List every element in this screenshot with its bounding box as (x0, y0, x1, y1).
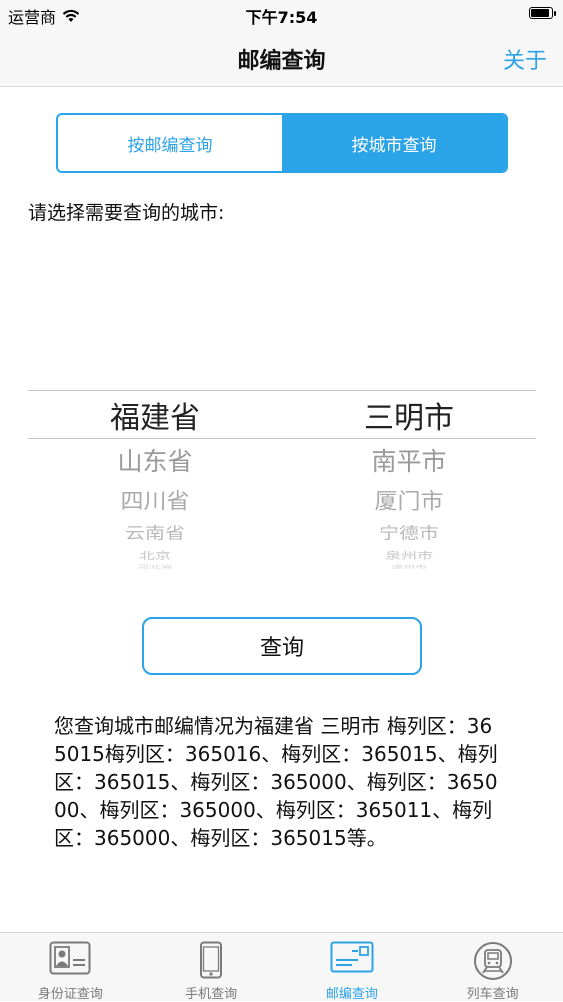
province-option[interactable]: 山东省 (28, 442, 282, 478)
battery-icon (529, 7, 556, 19)
navigation-bar: 邮编查询 关于 (0, 28, 563, 87)
city-option[interactable]: 宁德市 (282, 520, 536, 543)
tab-id-card-query[interactable]: 身份证查询 (0, 933, 141, 1002)
tab-bar: 身份证查询 手机查询 邮编查询 列车查询 (0, 932, 563, 1002)
tab-train-query[interactable]: 列车查询 (422, 933, 563, 1002)
query-mode-segmented-control: 按邮编查询 按城市查询 (56, 113, 508, 173)
city-picker[interactable]: 福建省 山东省 四川省 云南省 北京 河北省 三明市 南平市 厦门市 宁德市 泉… (28, 390, 536, 575)
city-option[interactable]: 泉州市 (282, 548, 536, 562)
tab-label: 手机查询 (185, 987, 238, 1002)
query-button[interactable]: 查询 (142, 617, 422, 675)
tab-label: 邮编查询 (325, 987, 378, 1002)
train-icon (473, 942, 512, 980)
status-bar: 运营商 下午7:54 (0, 0, 563, 28)
province-option[interactable]: 四川省 (28, 483, 282, 515)
tab-label: 列车查询 (466, 987, 519, 1002)
city-select-prompt: 请选择需要查询的城市: (28, 202, 225, 224)
tab-zip-query[interactable]: 邮编查询 (282, 933, 423, 1002)
about-button[interactable]: 关于 (503, 43, 547, 75)
province-option[interactable]: 河北省 (28, 563, 282, 570)
phone-icon (200, 941, 223, 979)
province-option-selected[interactable]: 福建省 (28, 393, 282, 437)
tab-phone-query[interactable]: 手机查询 (141, 933, 282, 1002)
status-time: 下午7:54 (245, 8, 318, 27)
id-card-icon (49, 941, 91, 975)
city-option[interactable]: 南平市 (282, 442, 536, 478)
page-title: 邮编查询 (237, 49, 326, 74)
province-option[interactable]: 云南省 (28, 520, 282, 543)
envelope-icon (330, 941, 374, 973)
city-option-selected[interactable]: 三明市 (282, 393, 536, 437)
tab-label: 身份证查询 (37, 987, 103, 1002)
picker-divider-bottom (28, 438, 536, 439)
tab-query-by-zip[interactable]: 按邮编查询 (58, 115, 282, 171)
province-option[interactable]: 北京 (28, 548, 282, 562)
city-option[interactable]: 漳州市 (282, 563, 536, 570)
query-result-text: 您查询城市邮编情况为福建省 三明市 梅列区：365015梅列区：365016、梅… (54, 714, 498, 850)
picker-divider-top (28, 390, 536, 391)
tab-query-by-city[interactable]: 按城市查询 (282, 115, 506, 171)
city-option[interactable]: 厦门市 (282, 483, 536, 515)
